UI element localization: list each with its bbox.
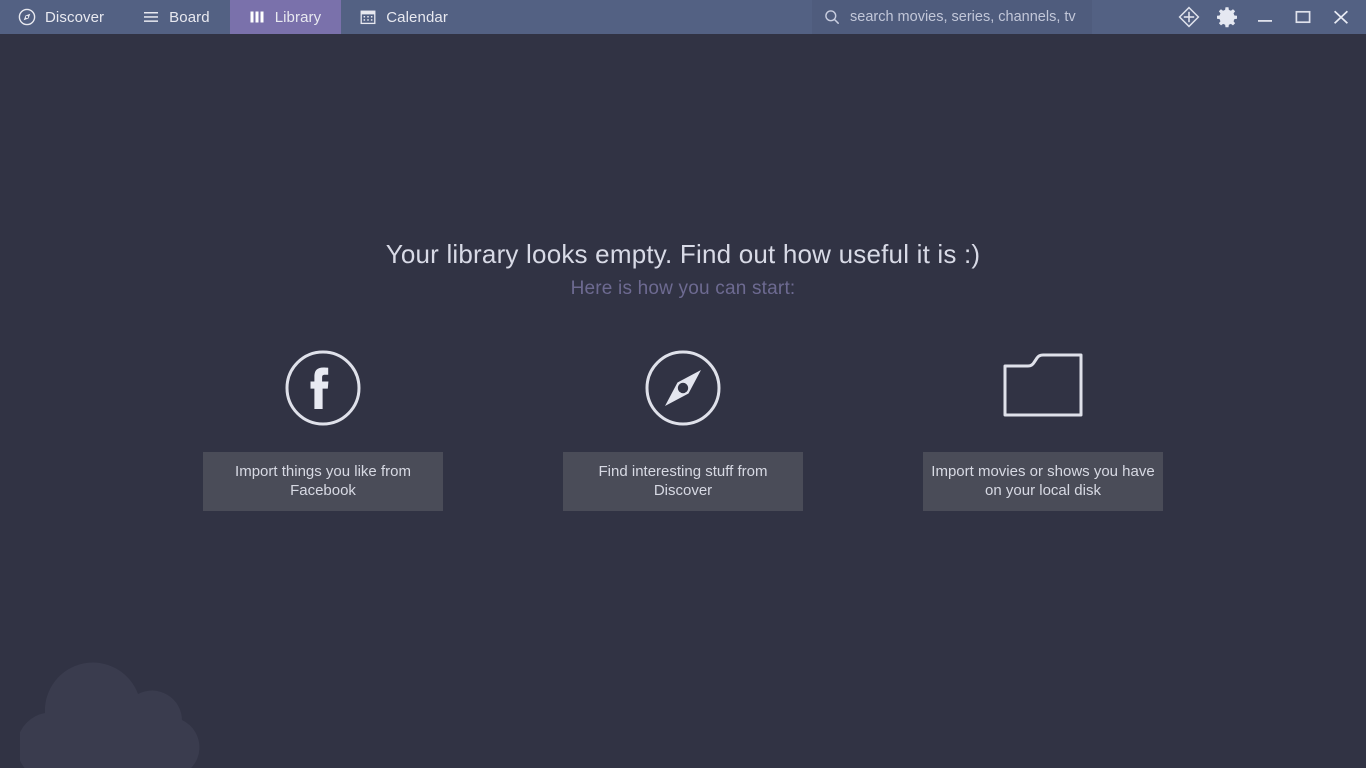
tab-discover-label: Discover bbox=[45, 8, 105, 26]
card-local-disk[interactable]: Import movies or shows you have on your … bbox=[923, 342, 1163, 512]
search-box[interactable] bbox=[812, 0, 1092, 34]
window-controls bbox=[1170, 0, 1366, 34]
maximize-icon[interactable] bbox=[1284, 0, 1322, 34]
search-input[interactable] bbox=[850, 9, 1080, 25]
tab-calendar[interactable]: Calendar bbox=[341, 0, 468, 34]
card-discover[interactable]: Find interesting stuff from Discover bbox=[563, 342, 803, 512]
calendar-icon bbox=[359, 8, 377, 26]
main-navigation-tabs: Discover Board Library Calendar bbox=[0, 0, 468, 34]
move-handle-icon[interactable] bbox=[1170, 0, 1208, 34]
tab-library[interactable]: Library bbox=[229, 0, 342, 34]
folder-icon bbox=[1001, 342, 1085, 434]
empty-library-state: Your library looks empty. Find out how u… bbox=[0, 34, 1366, 512]
main-content-area: Your library looks empty. Find out how u… bbox=[0, 34, 1366, 768]
page-subtitle: Here is how you can start: bbox=[570, 277, 796, 299]
card-facebook[interactable]: Import things you like from Facebook bbox=[203, 342, 443, 512]
gear-icon[interactable] bbox=[1208, 0, 1246, 34]
tab-calendar-label: Calendar bbox=[386, 8, 448, 26]
tab-discover[interactable]: Discover bbox=[0, 0, 124, 34]
tab-board[interactable]: Board bbox=[124, 0, 230, 34]
onboarding-cards: Import things you like from Facebook Fin… bbox=[0, 342, 1366, 512]
close-icon[interactable] bbox=[1322, 0, 1360, 34]
facebook-icon bbox=[283, 342, 363, 434]
tab-library-label: Library bbox=[274, 8, 322, 26]
card-facebook-button[interactable]: Import things you like from Facebook bbox=[203, 451, 443, 512]
cloud-decoration bbox=[20, 662, 200, 768]
card-local-disk-button[interactable]: Import movies or shows you have on your … bbox=[923, 451, 1163, 512]
list-lines-icon bbox=[142, 8, 160, 26]
title-bar: Discover Board Library Calendar search m… bbox=[0, 0, 1366, 34]
page-title: Your library looks empty. Find out how u… bbox=[385, 239, 981, 269]
tab-board-label: Board bbox=[169, 8, 210, 26]
search-icon bbox=[824, 9, 840, 25]
compass-icon bbox=[18, 8, 36, 26]
bars-icon bbox=[248, 8, 266, 26]
minimize-icon[interactable] bbox=[1246, 0, 1284, 34]
card-discover-button[interactable]: Find interesting stuff from Discover bbox=[563, 451, 803, 512]
compass-icon bbox=[643, 342, 723, 434]
